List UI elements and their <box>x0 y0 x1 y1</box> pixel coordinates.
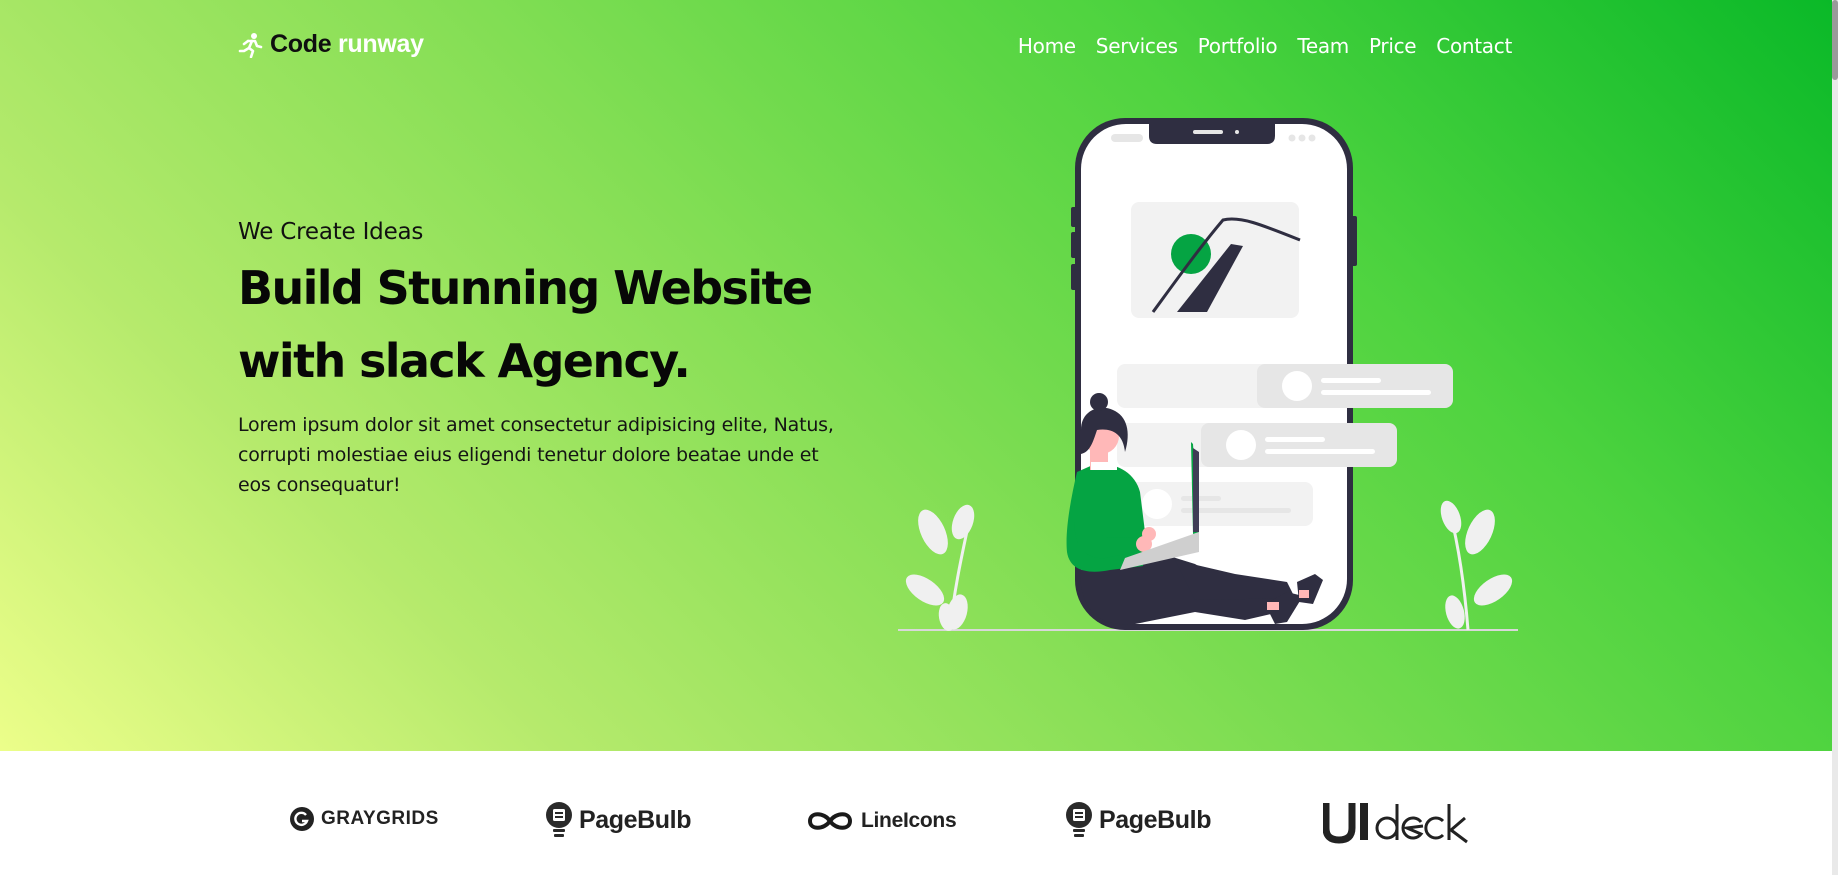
graygrids-logo <box>290 807 314 831</box>
brand-uideck[interactable] <box>1323 800 1471 844</box>
nav-contact[interactable]: Contact <box>1436 34 1512 58</box>
brand-label-graygrids: GRAYGRIDS <box>321 808 439 829</box>
headline-line-2: with slack Agency. <box>238 334 691 388</box>
brand-graygrids[interactable]: GRAYGRIDS <box>289 806 439 832</box>
scrollbar-track[interactable] <box>1832 0 1838 875</box>
nav-portfolio[interactable]: Portfolio <box>1198 34 1278 58</box>
scrollbar-thumb[interactable] <box>1832 0 1838 80</box>
brand-label-pagebulb-2: PageBulb <box>1099 805 1212 834</box>
left-plant-icon <box>905 504 975 631</box>
bulb-logo <box>1066 802 1092 837</box>
brand-label-lineicons: LineIcons <box>861 809 957 832</box>
site-logo[interactable]: Code runway <box>238 30 424 59</box>
logo-word-code: Code <box>270 30 332 58</box>
logo-word-runway: runway <box>337 30 424 58</box>
brand-pagebulb-2[interactable]: PageBulb <box>1065 801 1212 839</box>
right-plant-icon <box>1440 500 1513 631</box>
brand-label-pagebulb-1: PageBulb <box>579 805 692 834</box>
hero-headline: Build Stunning Website with slack Agency… <box>238 252 878 398</box>
logo-text: Code runway <box>270 30 424 59</box>
hero-section: Code runway Home Services Portfolio Team… <box>0 0 1832 751</box>
hero-eyebrow: We Create Ideas <box>238 219 424 245</box>
nav-services[interactable]: Services <box>1096 34 1178 58</box>
brand-lineicons[interactable]: LineIcons <box>805 808 957 834</box>
infinity-logo <box>807 812 853 830</box>
bulb-logo <box>546 802 572 837</box>
headline-line-1: Build Stunning Website <box>238 261 813 315</box>
nav-price[interactable]: Price <box>1369 34 1417 58</box>
hero-description: Lorem ipsum dolor sit amet consectetur a… <box>238 414 834 496</box>
runner-icon <box>238 32 263 58</box>
nav-home[interactable]: Home <box>1018 34 1076 58</box>
main-nav: Home Services Portfolio Team Price Conta… <box>1018 34 1512 58</box>
uideck-logo <box>1323 803 1468 844</box>
woman-with-laptop-and-phone-illustration <box>898 118 1518 631</box>
nav-team[interactable]: Team <box>1297 34 1349 58</box>
brand-pagebulb-1[interactable]: PageBulb <box>545 801 692 839</box>
